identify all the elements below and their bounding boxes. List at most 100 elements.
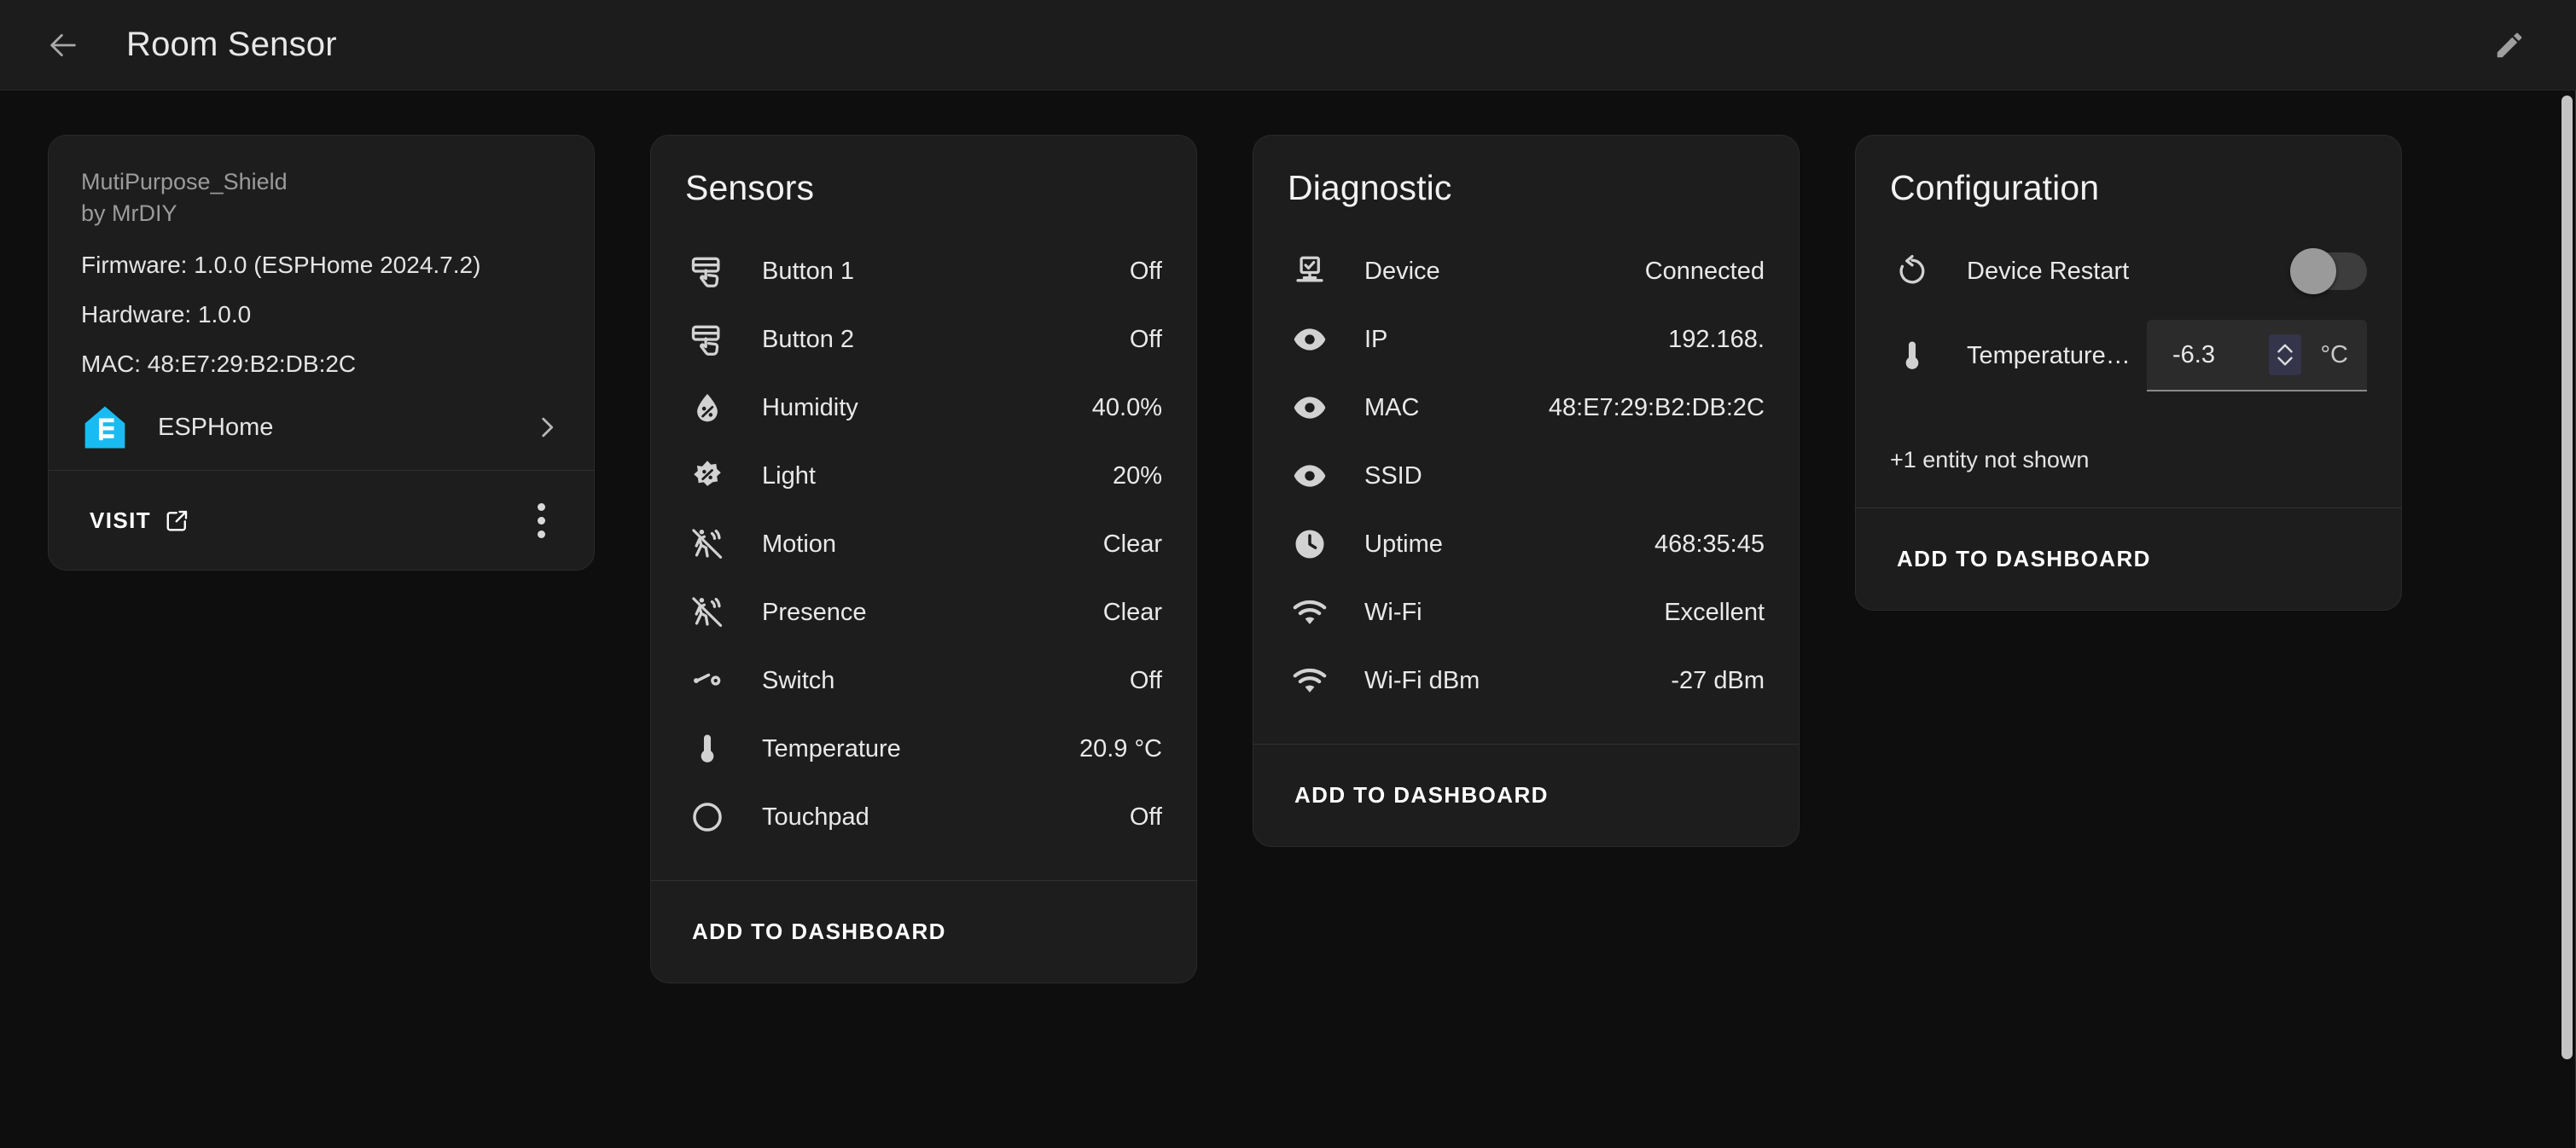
entity-value: 40.0% [1091, 393, 1162, 421]
restart-icon [1890, 249, 1934, 293]
device-model: MutiPurpose_Shield [81, 169, 288, 194]
page-content: MutiPurpose_Shield by MrDIY Firmware: 1.… [0, 90, 2576, 1148]
config-row-label: Device Restart [1967, 257, 2130, 285]
column-configuration: Configuration Device Restart Temperature… [1855, 135, 2402, 611]
chevron-right-icon [542, 418, 554, 438]
entity-name: Motion [762, 530, 837, 558]
arrow-left-icon [50, 33, 76, 56]
thermometer-icon [1890, 333, 1934, 378]
add-to-dashboard-label: ADD TO DASHBOARD [1897, 546, 2151, 571]
entity-row[interactable]: Temperature 20.9 °C [685, 715, 1162, 783]
back-button[interactable] [31, 13, 96, 78]
entity-row[interactable]: Presence Clear [685, 578, 1162, 646]
diagnostic-card-footer: ADD TO DASHBOARD [1253, 745, 1799, 846]
entity-row[interactable]: Button 2 Off [685, 305, 1162, 374]
entity-name: Touchpad [762, 803, 869, 831]
entity-name: Temperature [762, 734, 901, 762]
add-to-dashboard-button-sensors[interactable]: ADD TO DASHBOARD [682, 907, 1166, 957]
entity-name: Light [762, 461, 816, 490]
open-in-new-icon [166, 511, 188, 531]
entity-value: Off [1129, 666, 1162, 694]
entity-row[interactable]: Light 20% [685, 442, 1162, 510]
thermometer-icon [685, 727, 730, 771]
entity-value: 48:E7:29:B2:DB:2C [1548, 393, 1765, 421]
temperature-offset-input[interactable]: -6.3 °C [2147, 320, 2367, 391]
device-overflow-menu-button[interactable] [514, 493, 568, 548]
diagnostic-rows: Device Connected IP 192.168. MAC 48:E7:29:B2:… [1253, 237, 1799, 744]
visit-label: VISIT [90, 507, 152, 533]
clock-icon [1288, 522, 1332, 566]
device-card-actions: VISIT [49, 471, 594, 570]
app-bar-left: Room Sensor [31, 13, 337, 78]
cards-grid: MutiPurpose_Shield by MrDIY Firmware: 1.… [0, 135, 2576, 983]
water-percent-icon [685, 386, 730, 430]
entity-name: Switch [762, 666, 835, 694]
app-bar: Room Sensor [0, 0, 2576, 90]
entity-value: -27 dBm [1671, 666, 1765, 694]
entity-name: Wi-Fi dBm [1364, 666, 1480, 694]
device-mac: MAC: 48:E7:29:B2:DB:2C [81, 350, 357, 377]
entity-row[interactable]: Button 1 Off [685, 237, 1162, 305]
entity-row[interactable]: Touchpad Off [685, 783, 1162, 851]
pencil-icon [2497, 32, 2522, 57]
add-to-dashboard-button-configuration[interactable]: ADD TO DASHBOARD [1887, 534, 2370, 584]
circle-outline-icon [685, 795, 730, 839]
entity-row[interactable]: Motion Clear [685, 510, 1162, 578]
wifi-icon [1288, 590, 1332, 635]
temperature-offset-stepper[interactable] [2269, 334, 2302, 375]
motion-sensor-off-icon [685, 590, 730, 635]
integration-row-esphome[interactable]: ESPHome [49, 385, 594, 470]
sensors-card: Sensors Button 1 Off Button 2 Off Humidity 40… [650, 135, 1197, 983]
config-row-temperature-offset[interactable]: Temperature… -6.3 °C [1890, 305, 2367, 406]
column-sensors: Sensors Button 1 Off Button 2 Off Humidity 40… [650, 135, 1197, 983]
entity-row[interactable]: IP 192.168. [1288, 305, 1765, 374]
configuration-card-footer: ADD TO DASHBOARD [1856, 508, 2401, 610]
dot [537, 530, 545, 538]
scrollbar-thumb[interactable] [2561, 96, 2573, 1059]
temperature-offset-value: -6.3 [2172, 340, 2215, 368]
add-to-dashboard-label: ADD TO DASHBOARD [1294, 782, 1549, 808]
entity-value: Excellent [1664, 598, 1765, 626]
device-firmware: Firmware: 1.0.0 (ESPHome 2024.7.2) [81, 252, 481, 279]
chevron-down-icon [2277, 357, 2294, 366]
entity-row[interactable]: Device Connected [1288, 237, 1765, 305]
entity-name: Wi-Fi [1364, 598, 1422, 626]
vertical-scrollbar[interactable] [2561, 90, 2573, 1148]
motion-sensor-off-icon [685, 522, 730, 566]
temperature-offset-unit: °C [2320, 340, 2348, 368]
page-title: Room Sensor [126, 26, 337, 63]
entity-value: Clear [1102, 530, 1162, 558]
entities-not-shown-note: +1 entity not shown [1890, 447, 2090, 473]
entity-name: Button 1 [762, 257, 855, 285]
dot [537, 516, 545, 525]
add-to-dashboard-button-diagnostic[interactable]: ADD TO DASHBOARD [1284, 770, 1768, 820]
entity-value: Off [1129, 257, 1162, 285]
entity-row[interactable]: Uptime 468:35:45 [1288, 510, 1765, 578]
column-diagnostic: Diagnostic Device Connected IP 192.168. MAC 4… [1253, 135, 1800, 847]
device-restart-toggle[interactable] [2290, 248, 2367, 294]
device-info-card: MutiPurpose_Shield by MrDIY Firmware: 1.… [48, 135, 595, 571]
edit-device-button[interactable] [2477, 13, 2542, 78]
entity-name: Humidity [762, 393, 858, 421]
visit-button[interactable]: VISIT [79, 496, 201, 546]
sensors-rows: Button 1 Off Button 2 Off Humidity 40.0% Light… [651, 237, 1196, 880]
entity-value: Off [1129, 803, 1162, 831]
device-manufacturer: by MrDIY [81, 200, 177, 226]
entity-row[interactable]: MAC 48:E7:29:B2:DB:2C [1288, 374, 1765, 442]
gesture-tap-button-icon [685, 317, 730, 362]
entity-row[interactable]: Switch Off [685, 646, 1162, 715]
dot [537, 502, 545, 511]
esphome-logo-icon [84, 406, 125, 449]
entity-name: Uptime [1364, 530, 1443, 558]
toggle-knob [2290, 248, 2336, 294]
config-row-label: Temperature… [1967, 341, 2131, 369]
entity-row[interactable]: SSID [1288, 442, 1765, 510]
add-to-dashboard-label: ADD TO DASHBOARD [692, 919, 946, 944]
column-device-info: MutiPurpose_Shield by MrDIY Firmware: 1.… [48, 135, 595, 571]
diagnostic-card-title: Diagnostic [1288, 168, 1452, 207]
entity-name: Button 2 [762, 325, 855, 353]
entity-row[interactable]: Humidity 40.0% [685, 374, 1162, 442]
entity-row[interactable]: Wi-Fi dBm -27 dBm [1288, 646, 1765, 715]
config-row-device-restart[interactable]: Device Restart [1890, 237, 2367, 305]
entity-row[interactable]: Wi-Fi Excellent [1288, 578, 1765, 646]
